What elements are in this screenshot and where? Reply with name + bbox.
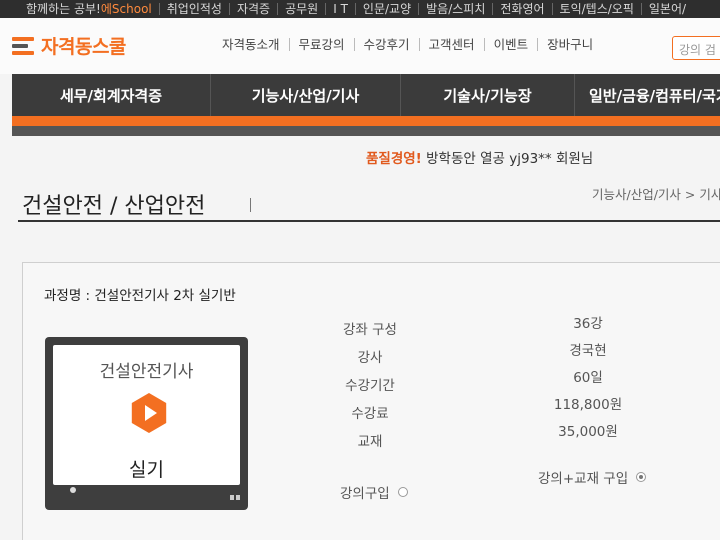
welcome-message: 품질경영! 방학동안 열공 yj93** 회원님 [366, 147, 593, 167]
info-value-period: 60일 [573, 370, 603, 386]
play-icon[interactable] [131, 393, 167, 433]
category-general-finance[interactable]: 일반/금융/컴퓨터/국가 [574, 74, 720, 116]
info-label-fee: 수강료 [351, 406, 389, 422]
site-logo[interactable]: 자격동스쿨 [12, 32, 126, 59]
page-title: 건설안전 / 산업안전 [22, 194, 206, 219]
course-thumbnail[interactable]: 건설안전기사 실기 [45, 337, 248, 510]
category-bar: 세무/회계자격증 기능사/산업/기사 기술사/기능장 일반/금융/컴퓨터/국가 [12, 74, 720, 116]
title-underline [18, 220, 720, 222]
category-tax-accounting[interactable]: 세무/회계자격증 [12, 74, 210, 116]
player-controls-icon [230, 485, 242, 500]
topbar-link-japanese[interactable]: 일본어/ [640, 3, 693, 15]
thumbnail-title: 건설안전기사 [99, 362, 194, 382]
buy-bundle-option[interactable]: 강의+교재 구입 [538, 467, 647, 487]
topbar-brand[interactable]: 에School [101, 2, 152, 16]
progress-dot-icon [70, 487, 76, 493]
logo-icon [12, 36, 36, 56]
nav-customer-center[interactable]: 고객센터 [418, 38, 484, 51]
buy-lecture-option[interactable]: 강의구입 [340, 482, 408, 502]
buy-lecture-label: 강의구입 [340, 486, 390, 502]
buy-bundle-radio[interactable] [636, 472, 647, 482]
topbar-link-phone-english[interactable]: 전화영어 [492, 3, 551, 15]
nav-events[interactable]: 이벤트 [483, 38, 538, 51]
topbar-link-speech[interactable]: 발음/스피치 [418, 3, 492, 15]
info-label-instructor: 강사 [357, 350, 383, 366]
category-professional-engineer[interactable]: 기술사/기능장 [400, 74, 574, 116]
top-utility-bar: 함께하는 공부!에School 취업인적성 자격증 공무원 I T 인문/교양 … [0, 0, 720, 18]
topbar-link-it[interactable]: I T [325, 3, 355, 15]
info-label-textbook: 교재 [357, 434, 383, 450]
category-accent-line [12, 116, 720, 126]
nav-reviews[interactable]: 수강후기 [353, 38, 419, 51]
info-value-textbook: 35,000원 [558, 424, 618, 440]
nav-about[interactable]: 자격동소개 [222, 38, 289, 51]
topbar-slogan: 함께하는 공부!에School [26, 2, 152, 16]
thumbnail-screen: 건설안전기사 실기 [53, 345, 240, 485]
site-header: 자격동스쿨 자격동소개 무료강의 수강후기 고객센터 이벤트 장바구니 강의 검 [0, 18, 720, 74]
welcome-text: 방학동안 열공 yj93** 회원님 [426, 151, 594, 167]
nav-cart[interactable]: 장바구니 [537, 38, 602, 51]
info-value-composition: 36강 [573, 316, 603, 332]
topbar-link-employment[interactable]: 취업인적성 [158, 3, 229, 15]
info-value-instructor: 경국현 [569, 343, 607, 359]
info-label-period: 수강기간 [345, 378, 395, 394]
main-nav: 자격동소개 무료강의 수강후기 고객센터 이벤트 장바구니 [222, 38, 602, 51]
topbar-link-toeic[interactable]: 토익/텝스/오픽 [551, 3, 641, 15]
title-divider [250, 198, 251, 212]
welcome-tag: 품질경영! [366, 151, 422, 167]
nav-free-lectures[interactable]: 무료강의 [288, 38, 354, 51]
topbar-link-humanities[interactable]: 인문/교양 [354, 3, 418, 15]
info-value-fee: 118,800원 [553, 397, 623, 413]
buy-bundle-label: 강의+교재 구입 [538, 471, 629, 487]
category-shadow-strip [12, 126, 720, 136]
search-input[interactable]: 강의 검 [672, 36, 720, 60]
buy-lecture-radio[interactable] [397, 487, 408, 497]
thumbnail-subtitle: 실기 [129, 459, 164, 481]
category-craftsman-engineer[interactable]: 기능사/산업/기사 [210, 74, 400, 116]
logo-text: 자격동스쿨 [41, 36, 126, 58]
info-label-composition: 강좌 구성 [343, 322, 397, 338]
topbar-link-certificate[interactable]: 자격증 [228, 3, 277, 15]
course-name: 과정명 : 건설안전기사 2차 실기반 [44, 288, 236, 304]
breadcrumb[interactable]: 기능사/산업/기사 > 기사 [592, 184, 720, 203]
topbar-link-civil-service[interactable]: 공무원 [277, 3, 325, 15]
